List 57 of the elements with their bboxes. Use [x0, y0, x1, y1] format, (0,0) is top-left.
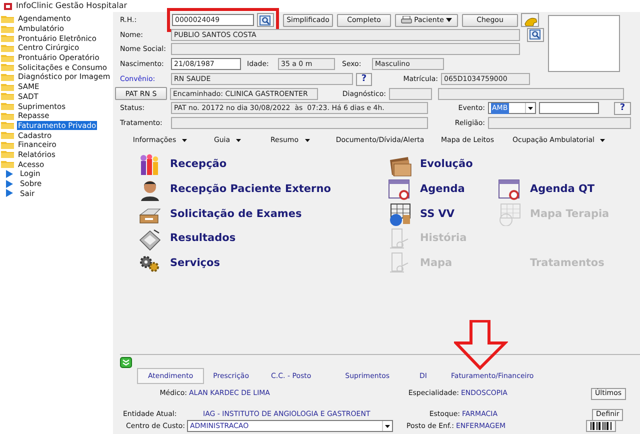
- search-icon: [259, 14, 272, 26]
- folder-icon: [1, 44, 14, 52]
- search-button[interactable]: [257, 13, 274, 28]
- help-button[interactable]: ?: [356, 72, 372, 86]
- module-link[interactable]: Recepção: [170, 157, 227, 174]
- text-field[interactable]: [171, 116, 428, 129]
- text-field[interactable]: [438, 88, 624, 100]
- search-button[interactable]: [527, 28, 544, 42]
- help-button[interactable]: ?: [614, 102, 631, 115]
- module-link[interactable]: Resultados: [170, 231, 236, 247]
- folder-icon: [1, 140, 14, 149]
- caret-icon: [304, 138, 310, 142]
- person-icon: [138, 178, 162, 202]
- text-field[interactable]: [171, 43, 520, 56]
- barcode-button[interactable]: [586, 420, 616, 432]
- folder-icon: [1, 131, 14, 140]
- caret-icon: [528, 106, 533, 110]
- text-field[interactable]: [488, 116, 631, 129]
- folder-icon: [1, 160, 14, 168]
- search-icon: [529, 29, 542, 40]
- arrow-annotation: [454, 320, 508, 370]
- folder-icon: [1, 121, 14, 130]
- grid-icon: [498, 202, 522, 226]
- module-link[interactable]: Agenda: [420, 182, 465, 198]
- folder-icon: [1, 150, 14, 158]
- module-link[interactable]: SS VV: [420, 206, 455, 222]
- module-link[interactable]: Solicitação de Exames: [170, 206, 302, 222]
- module-link[interactable]: Recepção Paciente Externo: [170, 182, 331, 198]
- calendar-icon: [388, 178, 412, 202]
- collapse-icon[interactable]: [120, 357, 132, 368]
- folder-icon: [1, 92, 14, 100]
- module-link[interactable]: Agenda QT: [530, 182, 595, 198]
- caret-icon: [600, 138, 606, 142]
- folder-icon: [1, 14, 14, 23]
- caret-icon: [385, 424, 390, 428]
- caret-icon: [182, 138, 188, 142]
- folder-icon: [1, 24, 14, 33]
- folder-icon: [1, 72, 14, 81]
- window-title: InfoClinic Gestão Hospitalar: [16, 0, 128, 12]
- text-field[interactable]: [539, 102, 599, 114]
- grid-icon: [388, 202, 412, 226]
- caret-icon: [446, 18, 452, 22]
- folder-icon: [1, 112, 14, 120]
- hand-icon-button[interactable]: [521, 13, 539, 28]
- module-link[interactable]: Evolução: [420, 157, 473, 174]
- folder-icon: [1, 54, 14, 62]
- calendar-icon: [498, 178, 522, 202]
- barcode-icon: [590, 422, 612, 430]
- module-link[interactable]: Serviços: [170, 256, 220, 272]
- folder-icon: [1, 82, 14, 91]
- app-logo-icon: [3, 2, 13, 10]
- folder-icon: [1, 34, 14, 42]
- folder-icon: [1, 102, 14, 110]
- text-field[interactable]: [389, 88, 432, 100]
- folder-icon: [1, 63, 14, 72]
- caret-icon: [236, 138, 242, 142]
- photo-frame: [548, 15, 620, 72]
